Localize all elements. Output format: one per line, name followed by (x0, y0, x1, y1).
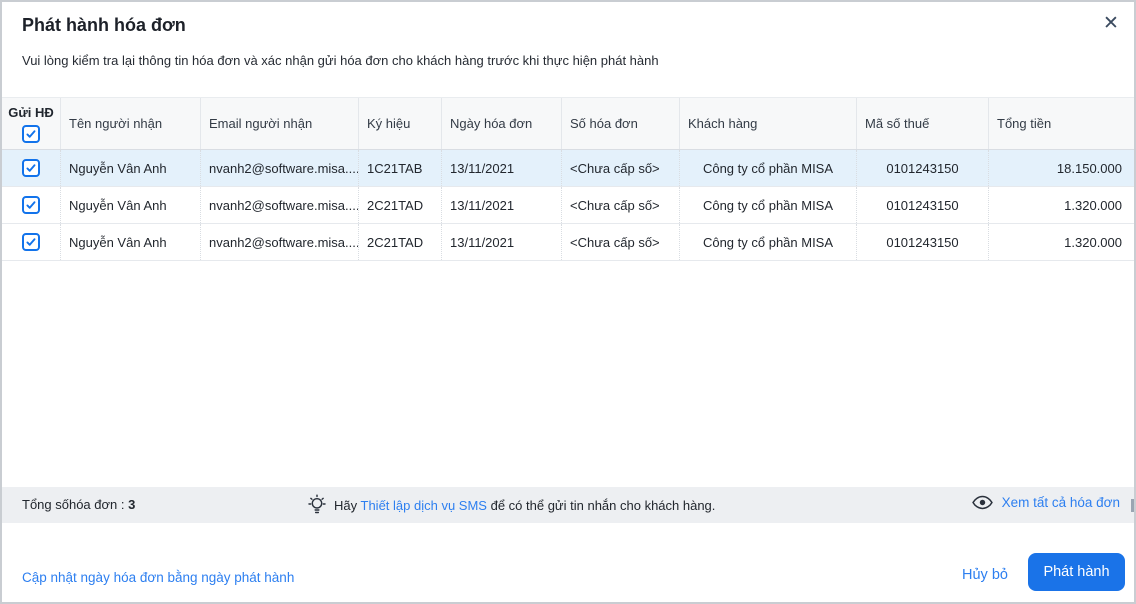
column-header-send-invoice: Gửi HĐ (2, 98, 61, 149)
column-header-invoice-date: Ngày hóa đơn (442, 98, 562, 149)
tax-code: 0101243150 (857, 187, 989, 223)
row-checkbox[interactable] (22, 159, 40, 177)
invoice-number: <Chưa cấp số> (562, 150, 680, 186)
checkmark-icon (26, 238, 36, 246)
column-header-total-amount: Tổng tiền (997, 116, 1052, 131)
invoice-symbol: 2C21TAD (359, 224, 442, 260)
invoice-number: <Chưa cấp số> (562, 187, 680, 223)
row-checkbox-cell (2, 150, 61, 186)
column-header-label: Gửi HĐ (8, 104, 54, 120)
sms-hint: Hãy Thiết lập dịch vụ SMS để có thể gửi … (307, 494, 715, 516)
column-header-invoice-number: Số hóa đơn (562, 98, 680, 149)
total-amount: 1.320.000 (1064, 197, 1122, 213)
recipient-name: Nguyễn Vân Anh (61, 150, 201, 186)
cancel-button[interactable]: Hủy bỏ (952, 561, 1018, 589)
recipient-name: Nguyễn Vân Anh (61, 187, 201, 223)
eye-icon (971, 495, 993, 510)
table-body: Nguyễn Vân Anh nvanh2@software.misa.... 1C… (2, 150, 1134, 261)
total-label-text: Tổng sốhóa đơn : (22, 497, 125, 512)
page-title: Phát hành hóa đơn (22, 15, 186, 35)
column-header-tax-code: Mã số thuế (857, 98, 989, 149)
invoice-table: Gửi HĐ Tên người nhận Email người nhận K… (2, 97, 1134, 261)
column-header-recipient-email: Email người nhận (201, 98, 359, 149)
invoice-date: 13/11/2021 (442, 224, 562, 260)
issue-button[interactable]: Phát hành (1028, 553, 1125, 591)
sms-hint-prefix: Hãy (334, 497, 358, 513)
table-row[interactable]: Nguyễn Vân Anh nvanh2@software.misa.... 2C… (2, 187, 1134, 224)
summary-bar: Tổng sốhóa đơn : 3 Hãy Thiết lập dịch vụ… (2, 487, 1134, 523)
table-row[interactable]: Nguyễn Vân Anh nvanh2@software.misa.... 1C… (2, 150, 1134, 187)
total-invoices-label: Tổng sốhóa đơn : 3 (22, 497, 135, 512)
lightbulb-icon (308, 494, 326, 514)
invoice-date: 13/11/2021 (442, 187, 562, 223)
recipient-email: nvanh2@software.misa.... (201, 150, 359, 186)
row-checkbox[interactable] (22, 233, 40, 251)
dialog-subtitle: Vui lòng kiểm tra lại thông tin hóa đơn … (22, 53, 659, 68)
close-icon[interactable]: ✕ (1098, 10, 1124, 36)
view-all-invoices-link[interactable]: Xem tất cả hóa đơn (1002, 495, 1120, 510)
recipient-email: nvanh2@software.misa.... (201, 187, 359, 223)
checkmark-icon (26, 201, 36, 209)
table-header-row: Gửi HĐ Tên người nhận Email người nhận K… (2, 97, 1134, 150)
recipient-email: nvanh2@software.misa.... (201, 224, 359, 260)
tax-code: 0101243150 (857, 224, 989, 260)
row-checkbox-cell (2, 187, 61, 223)
invoice-number: <Chưa cấp số> (562, 224, 680, 260)
recipient-name: Nguyễn Vân Anh (61, 224, 201, 260)
sms-hint-suffix: để có thể gửi tin nhắn cho khách hàng. (490, 497, 716, 513)
row-checkbox[interactable] (22, 196, 40, 214)
customer-name: Công ty cổ phần MISA (680, 224, 857, 260)
tax-code: 0101243150 (857, 150, 989, 186)
checkmark-icon (26, 164, 36, 172)
customer-name: Công ty cổ phần MISA (680, 150, 857, 186)
invoice-symbol: 2C21TAD (359, 187, 442, 223)
invoice-symbol: 1C21TAB (359, 150, 442, 186)
checkmark-icon (26, 129, 36, 138)
column-header-customer: Khách hàng (680, 98, 857, 149)
sms-setup-link[interactable]: Thiết lập dịch vụ SMS (361, 498, 487, 513)
view-all-invoices[interactable]: Xem tất cả hóa đơn (971, 495, 1120, 510)
issue-invoice-dialog: Phát hành hóa đơn ✕ Vui lòng kiểm tra lạ… (0, 0, 1136, 604)
update-invoice-date-link[interactable]: Cập nhật ngày hóa đơn bằng ngày phát hàn… (22, 570, 294, 585)
column-header-invoice-symbol: Ký hiệu (359, 98, 442, 149)
total-invoices-count: 3 (128, 497, 136, 512)
select-all-checkbox[interactable] (22, 124, 40, 143)
invoice-date: 13/11/2021 (442, 150, 562, 186)
column-header-recipient-name: Tên người nhận (61, 98, 201, 149)
clipped-element (1131, 499, 1134, 512)
customer-name: Công ty cổ phần MISA (680, 187, 857, 223)
table-row[interactable]: Nguyễn Vân Anh nvanh2@software.misa.... 2C… (2, 224, 1134, 261)
total-amount: 18.150.000 (1056, 160, 1122, 176)
total-amount: 1.320.000 (1064, 234, 1122, 250)
row-checkbox-cell (2, 224, 61, 260)
